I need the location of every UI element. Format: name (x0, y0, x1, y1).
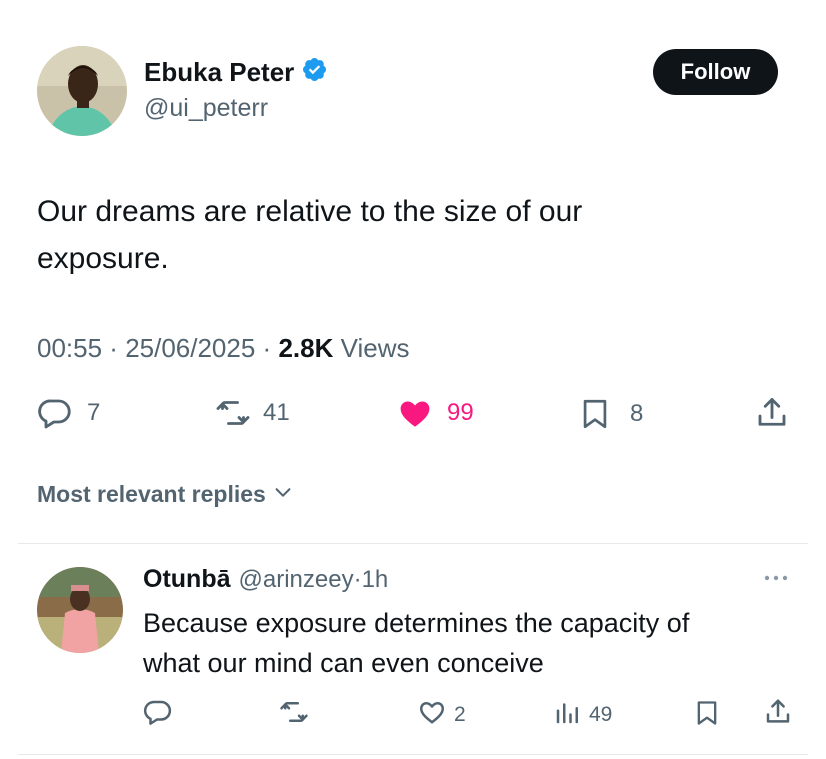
reply-action[interactable]: 7 (37, 395, 100, 431)
reply-author-name[interactable]: Otunbā (143, 565, 231, 594)
views-count: 2.8K (278, 333, 334, 363)
bookmark-icon (578, 395, 612, 433)
meta-separator: · (102, 333, 126, 363)
tweet-meta: 00:55 · 25/06/2025 · 2.8K Views (37, 333, 409, 364)
meta-separator: · (353, 566, 362, 593)
repost-icon (278, 697, 310, 733)
reply-text-line: Because exposure determines the capacity… (143, 608, 690, 638)
reply-time[interactable]: 1h (362, 566, 389, 594)
like-action[interactable]: 99 (395, 395, 474, 431)
bookmark-count: 8 (630, 400, 644, 427)
reply-icon (143, 697, 173, 733)
reply-views-count: 49 (589, 703, 613, 726)
reply-count: 7 (87, 399, 101, 426)
divider (18, 543, 808, 544)
author-avatar[interactable] (37, 46, 127, 136)
reply-avatar[interactable] (37, 567, 123, 653)
reply-reply-action[interactable] (143, 697, 173, 733)
reply-text-line: what our mind can even conceive (143, 648, 544, 678)
bookmark-action[interactable]: 8 (578, 395, 643, 433)
share-action[interactable] (754, 394, 790, 432)
repost-count: 41 (263, 399, 290, 426)
tweet-text-line: exposure. (37, 242, 169, 275)
reply-header: Otunbā @arinzeey · 1h (143, 565, 388, 594)
repost-icon (213, 395, 253, 431)
reply-author-handle[interactable]: @arinzeey (239, 566, 354, 594)
reply-share-action[interactable] (763, 696, 793, 734)
reply-like-count: 2 (454, 703, 466, 726)
verified-badge-icon (301, 56, 328, 88)
heart-filled-icon (395, 395, 435, 431)
bookmark-icon (693, 697, 721, 735)
reply-text: Because exposure determines the capacity… (143, 603, 689, 683)
tweet-time[interactable]: 00:55 (37, 333, 102, 363)
tweet-text: Our dreams are relative to the size of o… (37, 188, 582, 282)
replies-sort-dropdown[interactable]: Most relevant replies (37, 481, 294, 508)
share-icon (754, 394, 790, 432)
heart-outline-icon (416, 697, 448, 733)
replies-sort-label: Most relevant replies (37, 481, 266, 507)
analytics-icon (553, 697, 583, 733)
repost-action[interactable]: 41 (213, 395, 290, 431)
divider (18, 754, 808, 755)
views-label: Views (340, 333, 410, 363)
like-count: 99 (447, 399, 474, 426)
author-handle[interactable]: @ui_peterr (144, 94, 268, 123)
tweet-text-line: Our dreams are relative to the size of o… (37, 195, 583, 228)
more-options-icon[interactable] (761, 570, 791, 591)
author-name[interactable]: Ebuka Peter (144, 57, 294, 88)
meta-separator: · (255, 333, 279, 363)
share-icon (763, 696, 793, 734)
reply-repost-action[interactable] (278, 697, 310, 733)
reply-like-action[interactable]: 2 (416, 697, 466, 733)
chevron-down-icon (272, 481, 294, 508)
follow-button[interactable]: Follow (653, 49, 778, 95)
tweet-date[interactable]: 25/06/2025 (125, 333, 255, 363)
reply-bookmark-action[interactable] (693, 697, 721, 735)
reply-views-action[interactable]: 49 (553, 697, 612, 733)
reply-icon (37, 395, 73, 431)
